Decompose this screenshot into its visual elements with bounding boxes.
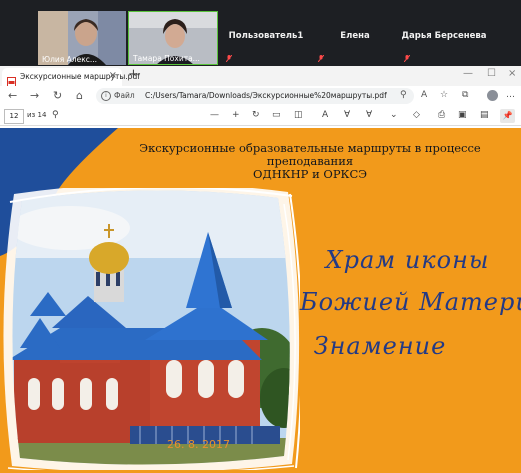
back-icon[interactable]: ← xyxy=(8,89,17,102)
draw-icon[interactable]: ∀ xyxy=(344,110,350,120)
participant-video-tile-active[interactable]: Тамара Похита... xyxy=(128,11,218,65)
zoom-out-icon[interactable]: — xyxy=(210,110,219,120)
chevron-down-icon[interactable]: ⌄ xyxy=(390,110,398,120)
slide-title-line-1: Храм иконы xyxy=(325,246,490,274)
new-tab-button[interactable]: + xyxy=(128,67,139,82)
profile-avatar-icon[interactable] xyxy=(487,90,498,101)
pdf-toolbar: 12 из 14 ⚲ — + ↻ ▭ ◫ A ∀ ∀ ⌄ ◇ ⎙ ▣ ▤ 📌 xyxy=(0,107,521,126)
save-icon[interactable]: ▣ xyxy=(458,110,467,120)
info-icon[interactable]: i xyxy=(101,91,111,101)
read-aloud-icon[interactable]: A xyxy=(421,90,427,100)
search-icon[interactable]: ⚲ xyxy=(52,110,59,120)
video-conference-bar: Юлия Алекс... Тамара Похита... Пользоват… xyxy=(0,0,521,66)
page-total: из 14 xyxy=(27,111,47,119)
pdf-page-slide: Экскурсионные образовательные маршруты в… xyxy=(0,128,521,473)
participant-name: Юлия Алекс... xyxy=(42,55,98,64)
rotate-icon[interactable]: ↻ xyxy=(252,110,260,120)
photo-date-stamp: 26. 8. 2017 xyxy=(167,438,230,451)
fit-page-icon[interactable]: ▭ xyxy=(272,110,281,120)
forward-icon[interactable]: → xyxy=(30,89,39,102)
close-tab-icon[interactable]: × xyxy=(109,70,117,81)
browser-toolbar: ← → ↻ ⌂ i Файл C:/Users/Tamara/Downloads… xyxy=(0,86,521,108)
zoom-in-icon[interactable]: + xyxy=(232,110,240,120)
zoom-icon[interactable]: ⚲ xyxy=(400,90,407,100)
pin-toolbar-icon[interactable]: 📌 xyxy=(500,109,515,123)
participant-name: Пользователь1 xyxy=(228,31,304,41)
minimize-icon[interactable]: — xyxy=(463,68,473,79)
church-photo xyxy=(3,188,300,470)
heading-line-2: ОДНКНР и ОРКСЭ xyxy=(252,167,368,181)
muted-mic-icon xyxy=(318,55,324,62)
tab-title: Экскурсионные маршруты.pdf xyxy=(20,72,140,81)
url-text[interactable]: C:/Users/Tamara/Downloads/Экскурсионные%… xyxy=(145,91,387,100)
page-view-icon[interactable]: ◫ xyxy=(294,110,303,120)
slide-title-line-3: Знамение xyxy=(313,332,447,360)
participant-tile[interactable]: Пользователь1 xyxy=(220,11,312,65)
participant-name: Елена xyxy=(340,31,370,41)
more-menu-icon[interactable]: … xyxy=(506,90,515,100)
favorite-star-icon[interactable]: ☆ xyxy=(440,90,448,100)
url-scheme-label: Файл xyxy=(114,91,135,100)
refresh-icon[interactable]: ↻ xyxy=(53,89,62,102)
maximize-icon[interactable]: ☐ xyxy=(487,68,496,79)
participant-tile[interactable]: Елена xyxy=(312,11,398,65)
address-bar[interactable]: i Файл C:/Users/Tamara/Downloads/Экскурс… xyxy=(96,88,414,104)
print-icon[interactable]: ⎙ xyxy=(438,110,445,120)
participant-name: Тамара Похита... xyxy=(133,54,200,63)
save-as-icon[interactable]: ▤ xyxy=(480,110,489,120)
slide-heading: Экскурсионные образовательные маршруты в… xyxy=(95,142,521,181)
home-icon[interactable]: ⌂ xyxy=(76,89,83,102)
participant-tile[interactable]: Дарья Берсенева xyxy=(398,11,490,65)
read-aloud-icon[interactable]: A xyxy=(322,110,328,120)
browser-tab-bar: Экскурсионные маршруты.pdf × + — ☐ × xyxy=(0,66,521,87)
muted-mic-icon xyxy=(226,55,232,62)
slide-title-line-2: Божией Матери xyxy=(300,288,521,316)
collections-icon[interactable]: ⧉ xyxy=(462,90,468,100)
browser-tab[interactable]: Экскурсионные маршруты.pdf × xyxy=(2,68,140,87)
page-number-input[interactable]: 12 xyxy=(4,109,24,124)
erase-icon[interactable]: ◇ xyxy=(413,110,420,120)
heading-line-1: Экскурсионные образовательные маршруты в… xyxy=(139,141,481,168)
participant-name: Дарья Берсенева xyxy=(401,31,487,41)
close-window-icon[interactable]: × xyxy=(508,68,516,79)
muted-mic-icon xyxy=(404,55,410,62)
participant-video-tile[interactable]: Юлия Алекс... xyxy=(38,11,126,65)
highlight-icon[interactable]: ∀ xyxy=(366,110,372,120)
